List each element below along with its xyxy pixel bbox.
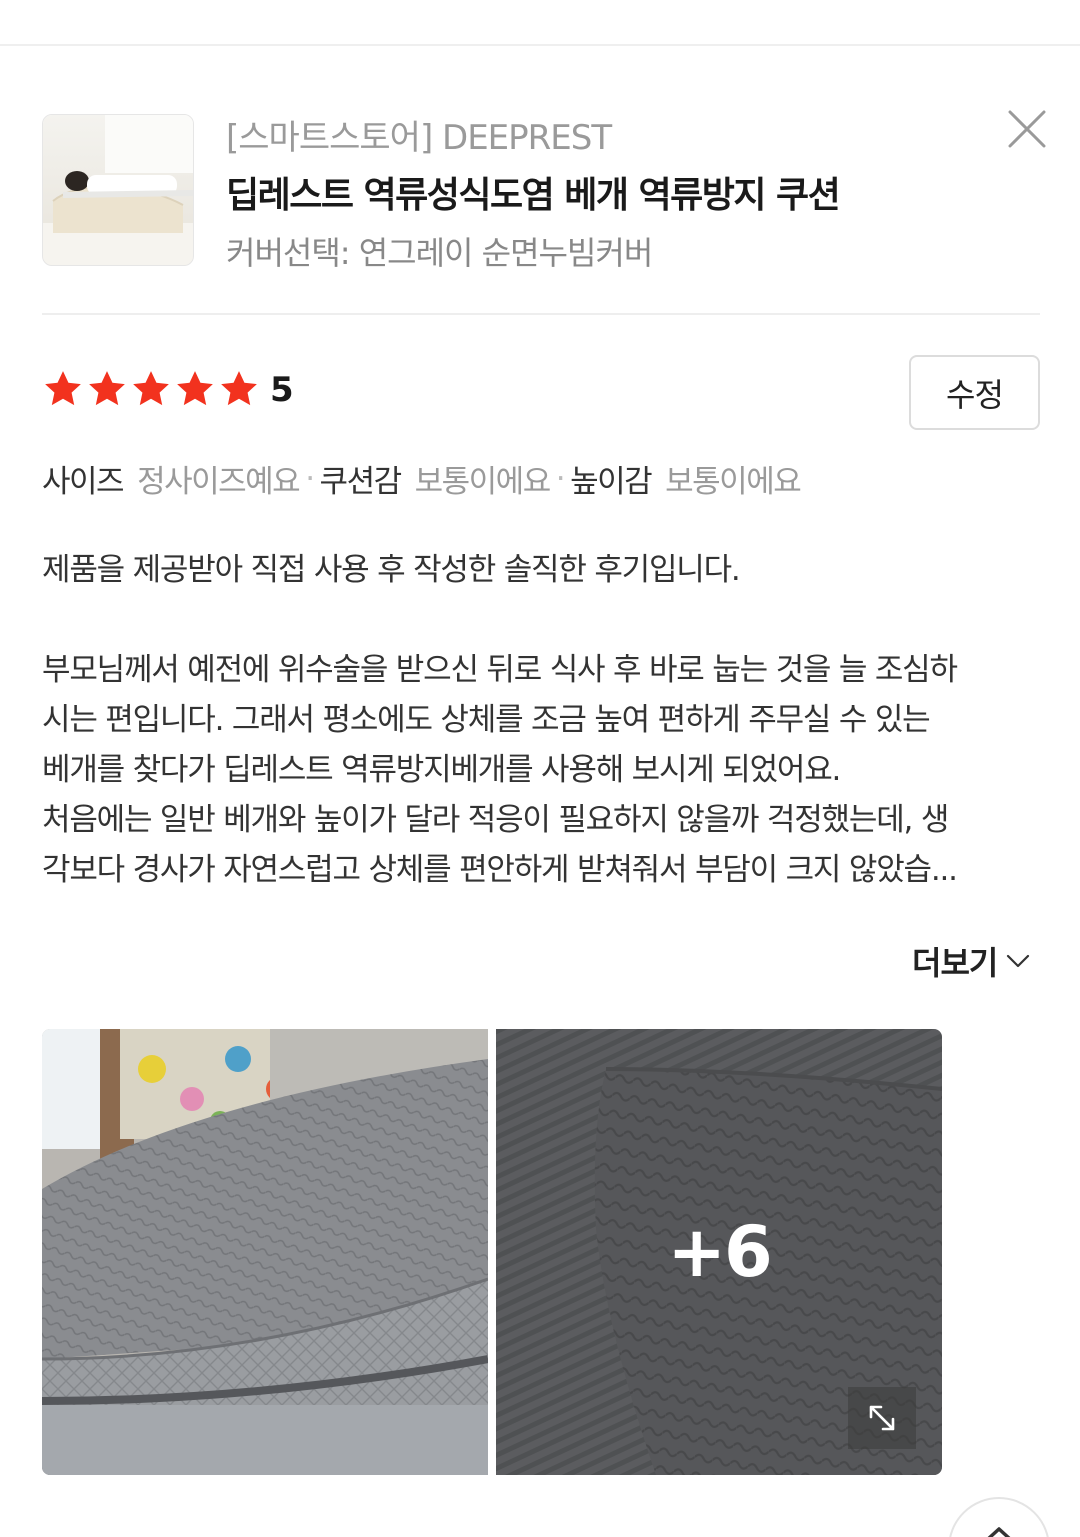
- star-rating: [42, 368, 260, 410]
- star-icon: [45, 371, 81, 406]
- section-divider: [42, 313, 1040, 315]
- attr-separator: ·: [555, 460, 566, 497]
- arrow-up-icon: [987, 1527, 1011, 1537]
- review-text: 제품을 제공받아 직접 사용 후 작성한 솔직한 후기입니다. 부모님께서 예전…: [42, 545, 1042, 895]
- product-option: 커버선택: 연그레이 순면누빔커버: [226, 234, 653, 272]
- chevron-down-icon: [1007, 954, 1030, 968]
- review-attributes: 사이즈 정사이즈예요 · 쿠션감 보통이에요 · 높이감 보통이에요: [42, 456, 802, 501]
- attr-value-size: 정사이즈예요: [137, 464, 301, 500]
- more-label: 더보기: [912, 944, 998, 982]
- attr-label-cushion: 쿠션감: [319, 464, 403, 500]
- product-title[interactable]: 딥레스트 역류성식도염 베개 역류방지 쿠션: [226, 166, 841, 218]
- review-line: 부모님께서 예전에 위수술을 받으신 뒤로 식사 후 바로 눕는 것을 늘 조심…: [42, 652, 958, 688]
- rating-value: 5: [270, 370, 294, 410]
- more-button[interactable]: 더보기: [912, 938, 1031, 984]
- edit-button[interactable]: 수정: [909, 355, 1040, 430]
- review-line: 처음에는 일반 베개와 높이가 달라 적응이 필요하지 않을까 걱정했는데, 생: [42, 802, 949, 838]
- review-line: 제품을 제공받아 직접 사용 후 작성한 솔직한 후기입니다.: [42, 552, 741, 588]
- star-icon: [221, 371, 257, 406]
- product-thumbnail[interactable]: [42, 114, 194, 266]
- review-line: 각보다 경사가 자연스럽고 상체를 편안하게 받쳐줘서 부담이 크지 않았습..…: [42, 852, 958, 888]
- review-line: 베개를 찾다가 딥레스트 역류방지베개를 사용해 보시게 되었어요.: [42, 752, 841, 788]
- attr-value-height: 보통이에요: [665, 464, 802, 500]
- review-line-gap: [42, 595, 1042, 645]
- star-icon: [89, 371, 125, 406]
- store-name: [스마트스토어] DEEPREST: [226, 118, 612, 158]
- attr-label-height: 높이감: [570, 464, 653, 500]
- scroll-top-button[interactable]: [948, 1497, 1050, 1537]
- attr-label-size: 사이즈: [42, 464, 125, 500]
- review-line: 시는 편입니다. 그래서 평소에도 상체를 조금 높여 편하게 주무실 수 있는: [42, 702, 931, 738]
- star-icon: [133, 371, 169, 406]
- expand-icon[interactable]: [848, 1387, 916, 1449]
- star-icon: [177, 371, 213, 406]
- review-photo-1[interactable]: [42, 1029, 488, 1475]
- top-divider: [0, 44, 1080, 46]
- attr-value-cushion: 보통이에요: [414, 464, 552, 500]
- attr-separator: ·: [305, 460, 315, 497]
- review-photo-2[interactable]: +6: [496, 1029, 942, 1475]
- close-icon[interactable]: [1004, 106, 1050, 152]
